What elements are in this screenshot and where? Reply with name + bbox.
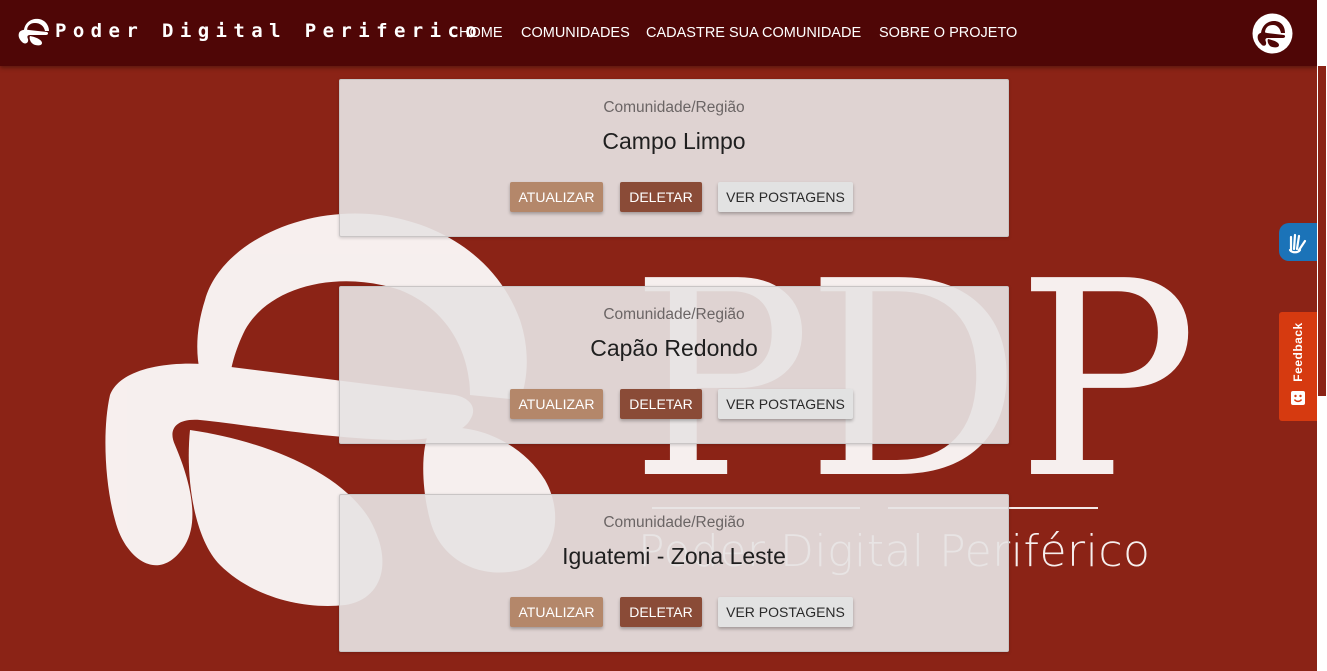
feedback-tab[interactable]: Feedback: [1279, 312, 1317, 421]
sign-language-icon: [1288, 233, 1307, 254]
feedback-label: Feedback: [1291, 322, 1305, 382]
card-title: Iguatemi - Zona Leste: [562, 543, 786, 569]
top-navbar: Poder Digital Periferico HOME COMUNIDADE…: [0, 0, 1317, 66]
nav-link-home[interactable]: HOME: [459, 25, 503, 41]
view-posts-button[interactable]: VER POSTAGENS: [718, 597, 853, 627]
view-posts-button[interactable]: VER POSTAGENS: [718, 182, 853, 212]
card-caption: Comunidade/Região: [603, 514, 745, 531]
card-title: Campo Limpo: [602, 128, 746, 154]
update-button[interactable]: ATUALIZAR: [510, 389, 603, 419]
view-posts-button[interactable]: VER POSTAGENS: [718, 389, 853, 419]
user-avatar-icon[interactable]: [1252, 13, 1293, 54]
nav-link-sobre[interactable]: SOBRE O PROJETO: [879, 25, 1017, 41]
community-card: Comunidade/Região Campo Limpo ATUALIZAR …: [339, 79, 1009, 237]
hat-logo-icon[interactable]: [18, 16, 52, 46]
nav-link-cadastre[interactable]: CADASTRE SUA COMUNIDADE: [646, 25, 861, 41]
update-button[interactable]: ATUALIZAR: [510, 182, 603, 212]
smile-icon: [1291, 391, 1305, 405]
community-card: Comunidade/Região Capão Redondo ATUALIZA…: [339, 286, 1009, 444]
accessibility-widget-button[interactable]: [1279, 223, 1317, 261]
delete-button[interactable]: DELETAR: [620, 389, 702, 419]
brand-name[interactable]: Poder Digital Periferico: [55, 20, 483, 42]
card-caption: Comunidade/Região: [603, 306, 745, 323]
scrollbar-thumb[interactable]: [1318, 66, 1326, 396]
card-caption: Comunidade/Região: [603, 99, 745, 116]
nav-link-comunidades[interactable]: COMUNIDADES: [521, 25, 630, 41]
community-card: Comunidade/Região Iguatemi - Zona Leste …: [339, 494, 1009, 652]
card-title: Capão Redondo: [590, 335, 758, 361]
delete-button[interactable]: DELETAR: [620, 597, 702, 627]
delete-button[interactable]: DELETAR: [620, 182, 702, 212]
update-button[interactable]: ATUALIZAR: [510, 597, 603, 627]
